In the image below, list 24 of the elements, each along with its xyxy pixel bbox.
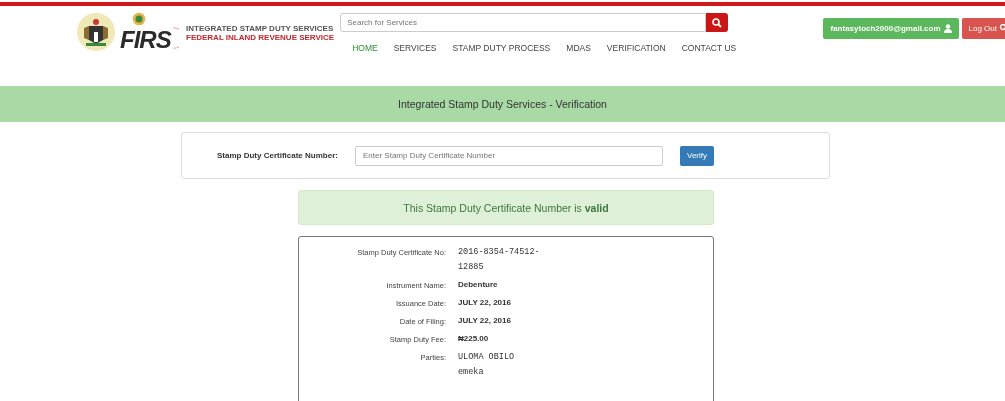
- nav-link[interactable]: CONTACT US: [681, 43, 737, 53]
- brand-title: INTEGRATED STAMP DUTY SERVICES: [186, 24, 335, 33]
- nav-link[interactable]: SERVICES: [393, 43, 437, 53]
- page-banner: Integrated Stamp Duty Services - Verification: [0, 86, 1005, 122]
- logo-text: FIRS: [120, 26, 171, 54]
- field-label: Stamp Duty Certificate Number:: [217, 151, 339, 160]
- detail-value: 2016-8354-74512-: [458, 247, 540, 257]
- detail-value: emeka: [458, 367, 485, 377]
- nav-link[interactable]: VERIFICATION: [606, 43, 666, 53]
- detail-value: ₦225.00: [458, 334, 489, 343]
- nav-link[interactable]: HOME: [352, 43, 378, 53]
- brand-subtitle: FEDERAL INLAND REVENUE SERVICE: [186, 33, 335, 42]
- certificate-input[interactable]: Enter Stamp Duty Certificate Number: [355, 145, 663, 166]
- detail-value: 12885: [458, 262, 485, 272]
- nav-link[interactable]: STAMP DUTY PROCESS: [452, 43, 551, 53]
- detail-value: Debenture: [458, 280, 498, 289]
- detail-value: ULOMA OBILO: [458, 352, 515, 362]
- valid-alert: This Stamp Duty Certificate Number is valid: [298, 190, 714, 225]
- logout-button[interactable]: Log Out: [961, 18, 1005, 39]
- detail-value: JULY 22, 2016: [458, 298, 511, 307]
- verify-button[interactable]: Verify: [680, 145, 714, 166]
- detail-value: JULY 22, 2016: [458, 316, 511, 325]
- nav-link[interactable]: MDAS: [566, 43, 591, 53]
- search-field[interactable]: Search for Services: [340, 13, 707, 32]
